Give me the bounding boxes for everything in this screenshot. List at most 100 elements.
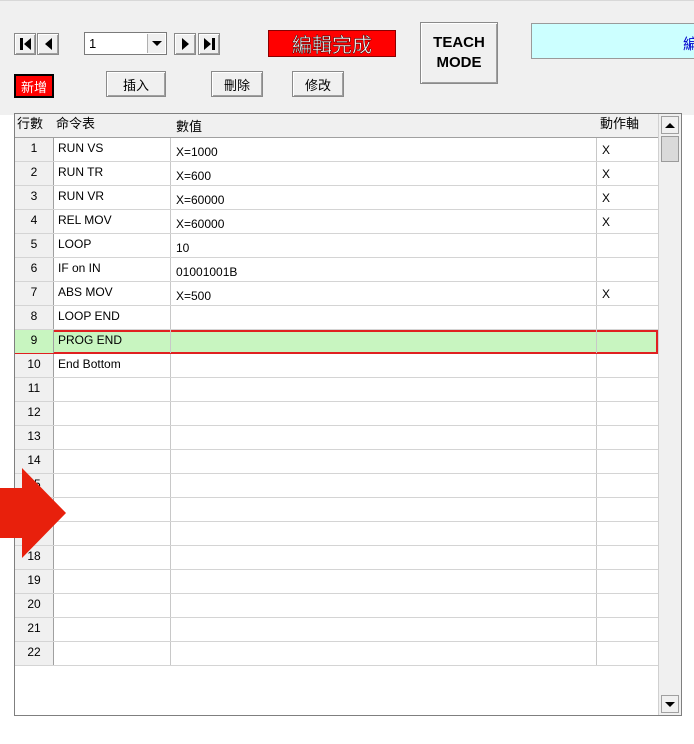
command-cell[interactable]: PROG END (54, 330, 171, 353)
row-number-cell[interactable]: 13 (15, 426, 54, 449)
command-cell[interactable] (54, 594, 171, 617)
modify-button[interactable]: 修改 (292, 71, 344, 97)
row-number-cell[interactable]: 20 (15, 594, 54, 617)
row-number-cell[interactable]: 12 (15, 402, 54, 425)
row-number-cell[interactable]: 6 (15, 258, 54, 281)
value-cell[interactable] (171, 498, 597, 521)
row-number-cell[interactable]: 4 (15, 210, 54, 233)
value-cell[interactable]: X=600 (171, 162, 597, 185)
scroll-thumb[interactable] (661, 136, 679, 162)
table-row[interactable]: 11 (15, 378, 658, 402)
scroll-down-button[interactable] (661, 695, 679, 713)
table-row[interactable]: 22 (15, 642, 658, 666)
value-cell[interactable]: 10 (171, 234, 597, 257)
combo-dropdown-button[interactable] (147, 34, 165, 53)
value-cell[interactable] (171, 330, 597, 353)
command-cell[interactable] (54, 474, 171, 497)
axis-cell[interactable] (597, 426, 658, 449)
row-number-cell[interactable]: 8 (15, 306, 54, 329)
row-number-cell[interactable]: 10 (15, 354, 54, 377)
vertical-scrollbar[interactable] (658, 114, 681, 715)
row-number-cell[interactable]: 3 (15, 186, 54, 209)
axis-cell[interactable]: X (597, 210, 658, 233)
axis-cell[interactable]: X (597, 186, 658, 209)
teach-mode-button[interactable]: TEACH MODE (420, 22, 498, 84)
axis-cell[interactable] (597, 522, 658, 545)
axis-cell[interactable] (597, 618, 658, 641)
command-cell[interactable] (54, 426, 171, 449)
axis-cell[interactable]: X (597, 282, 658, 305)
table-row[interactable]: 1 RUN VS X=1000 X (15, 138, 658, 162)
table-row[interactable]: 6 IF on IN 01001001B (15, 258, 658, 282)
axis-cell[interactable]: X (597, 138, 658, 161)
value-cell[interactable] (171, 474, 597, 497)
table-row[interactable]: 18 (15, 546, 658, 570)
command-cell[interactable]: RUN VS (54, 138, 171, 161)
axis-cell[interactable] (597, 330, 658, 353)
command-cell[interactable]: RUN TR (54, 162, 171, 185)
command-cell[interactable]: LOOP END (54, 306, 171, 329)
table-row[interactable]: 17 (15, 522, 658, 546)
value-cell[interactable]: X=500 (171, 282, 597, 305)
row-number-cell[interactable]: 1 (15, 138, 54, 161)
scroll-up-button[interactable] (661, 116, 679, 134)
command-cell[interactable]: IF on IN (54, 258, 171, 281)
command-cell[interactable]: LOOP (54, 234, 171, 257)
value-cell[interactable] (171, 642, 597, 665)
value-cell[interactable] (171, 546, 597, 569)
table-row[interactable]: 15 (15, 474, 658, 498)
axis-cell[interactable] (597, 402, 658, 425)
table-row[interactable]: 16 (15, 498, 658, 522)
row-number-cell[interactable]: 9 (15, 330, 54, 353)
table-row[interactable]: 20 (15, 594, 658, 618)
value-cell[interactable]: X=60000 (171, 186, 597, 209)
row-number-cell[interactable]: 5 (15, 234, 54, 257)
table-row[interactable]: 9 PROG END (15, 330, 658, 354)
axis-cell[interactable] (597, 546, 658, 569)
axis-cell[interactable] (597, 594, 658, 617)
axis-cell[interactable] (597, 258, 658, 281)
value-cell[interactable]: X=1000 (171, 138, 597, 161)
value-cell[interactable] (171, 570, 597, 593)
command-cell[interactable]: End Bottom (54, 354, 171, 377)
row-number-cell[interactable]: 22 (15, 642, 54, 665)
table-row[interactable]: 10 End Bottom (15, 354, 658, 378)
insert-button[interactable]: 插入 (106, 71, 166, 97)
axis-cell[interactable] (597, 642, 658, 665)
value-cell[interactable] (171, 618, 597, 641)
row-number-cell[interactable]: 11 (15, 378, 54, 401)
command-cell[interactable]: REL MOV (54, 210, 171, 233)
axis-cell[interactable] (597, 354, 658, 377)
prev-record-button[interactable] (37, 33, 59, 55)
value-cell[interactable] (171, 402, 597, 425)
first-record-button[interactable] (14, 33, 36, 55)
value-cell[interactable] (171, 594, 597, 617)
axis-cell[interactable] (597, 450, 658, 473)
row-number-cell[interactable]: 2 (15, 162, 54, 185)
table-row[interactable]: 8 LOOP END (15, 306, 658, 330)
table-row[interactable]: 4 REL MOV X=60000 X (15, 210, 658, 234)
command-cell[interactable] (54, 498, 171, 521)
table-row[interactable]: 21 (15, 618, 658, 642)
axis-cell[interactable] (597, 570, 658, 593)
value-cell[interactable] (171, 354, 597, 377)
axis-cell[interactable] (597, 474, 658, 497)
edit-done-button[interactable]: 編輯完成 (268, 30, 396, 57)
row-number-cell[interactable]: 19 (15, 570, 54, 593)
command-cell[interactable] (54, 642, 171, 665)
axis-cell[interactable]: X (597, 162, 658, 185)
table-row[interactable]: 2 RUN TR X=600 X (15, 162, 658, 186)
table-row[interactable]: 19 (15, 570, 658, 594)
table-row[interactable]: 14 (15, 450, 658, 474)
value-cell[interactable]: 01001001B (171, 258, 597, 281)
command-table[interactable]: 行數 命令表 數值 動作軸 1 RUN VS X=1000 X 2 RUN TR X=600… (14, 113, 682, 716)
row-number-cell[interactable]: 21 (15, 618, 54, 641)
command-cell[interactable] (54, 570, 171, 593)
command-cell[interactable] (54, 522, 171, 545)
command-cell[interactable] (54, 618, 171, 641)
table-row[interactable]: 13 (15, 426, 658, 450)
value-cell[interactable] (171, 426, 597, 449)
value-cell[interactable]: X=60000 (171, 210, 597, 233)
table-row[interactable]: 3 RUN VR X=60000 X (15, 186, 658, 210)
command-cell[interactable] (54, 450, 171, 473)
